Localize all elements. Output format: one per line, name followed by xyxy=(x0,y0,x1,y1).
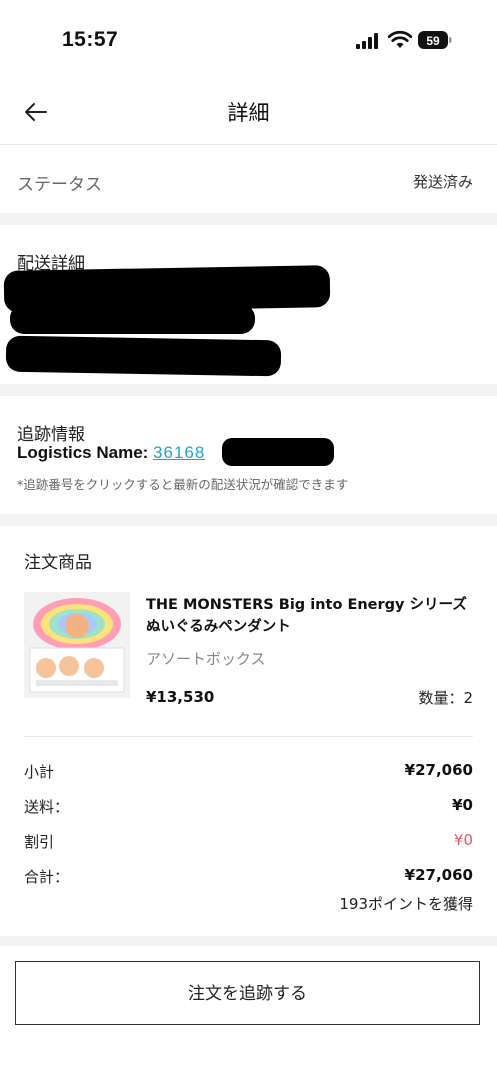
nav-header: 詳細 xyxy=(0,80,497,144)
shipping-fee-label: 送料： xyxy=(24,798,70,816)
product-variant: アソートボックス xyxy=(146,650,266,668)
product-quantity: 数量：2 xyxy=(418,689,473,707)
product-name[interactable]: THE MONSTERS Big into Energy シリーズ ぬいぐるみペ… xyxy=(146,594,476,638)
page-title: 詳細 xyxy=(227,101,270,125)
cellular-signal-icon xyxy=(356,33,378,49)
tracking-note: *追跡番号をクリックすると最新の配送状況が確認できます xyxy=(17,477,349,492)
tracking-number-link[interactable]: 36168 xyxy=(153,443,205,462)
logistics-label: Logistics Name: xyxy=(17,443,154,462)
status-label: ステータス xyxy=(17,175,102,195)
subtotal-label: 小計 xyxy=(24,763,55,781)
order-title: 注文商品 xyxy=(24,553,92,573)
wifi-icon xyxy=(388,30,412,48)
logistics-line: Logistics Name: 36168 xyxy=(17,443,205,463)
header-divider xyxy=(0,144,497,145)
section-gap xyxy=(0,514,497,526)
status-bar: 15:57 59 xyxy=(0,0,497,80)
total-value: ¥27,060 xyxy=(404,866,473,884)
section-gap xyxy=(0,936,497,946)
total-label: 合計： xyxy=(24,868,70,886)
status-value: 発送済み xyxy=(412,173,473,191)
battery-level: 59 xyxy=(426,34,440,48)
shipping-fee-value: ¥0 xyxy=(452,796,473,814)
points-earned: 193ポイントを獲得 xyxy=(339,895,473,913)
status-time: 15:57 xyxy=(62,28,119,51)
discount-value: ¥0 xyxy=(453,831,473,849)
product-price: ¥13,530 xyxy=(146,688,215,706)
track-order-button[interactable]: 注文を追跡する xyxy=(15,961,480,1025)
summary-divider xyxy=(24,736,473,737)
tracking-title: 追跡情報 xyxy=(17,425,85,445)
section-gap xyxy=(0,384,497,396)
tracking-number-redacted xyxy=(222,438,334,466)
discount-label: 割引 xyxy=(24,833,55,851)
subtotal-value: ¥27,060 xyxy=(404,761,473,779)
section-gap xyxy=(0,213,497,225)
product-thumbnail[interactable] xyxy=(24,592,130,698)
battery-icon: 59 xyxy=(418,31,452,49)
